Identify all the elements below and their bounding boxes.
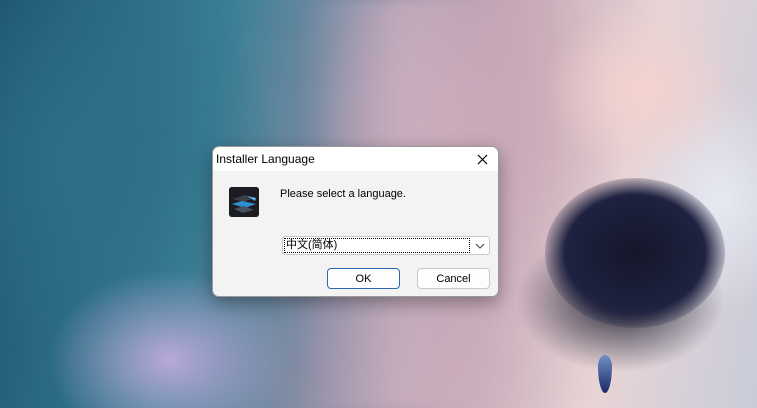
ok-button[interactable]: OK <box>327 268 400 289</box>
close-icon <box>477 154 487 164</box>
prompt-message: Please select a language. <box>280 188 406 200</box>
desktop-wallpaper: Installer Language Please select a langu… <box>0 0 757 408</box>
wallpaper-detail <box>598 355 612 393</box>
wallpaper-detail <box>545 178 725 328</box>
chevron-down-icon <box>475 243 485 249</box>
installer-app-icon <box>229 187 259 217</box>
dialog-title: Installer Language <box>216 152 315 166</box>
language-select[interactable]: 中文(简体) <box>282 236 490 255</box>
dialog-titlebar[interactable]: Installer Language <box>213 147 498 171</box>
cancel-button[interactable]: Cancel <box>417 268 490 289</box>
dialog-body: Please select a language. 中文(简体) OK Canc… <box>213 171 498 296</box>
language-select-value: 中文(简体) <box>284 238 470 253</box>
close-button[interactable] <box>466 147 498 171</box>
installer-language-dialog: Installer Language Please select a langu… <box>212 146 499 297</box>
